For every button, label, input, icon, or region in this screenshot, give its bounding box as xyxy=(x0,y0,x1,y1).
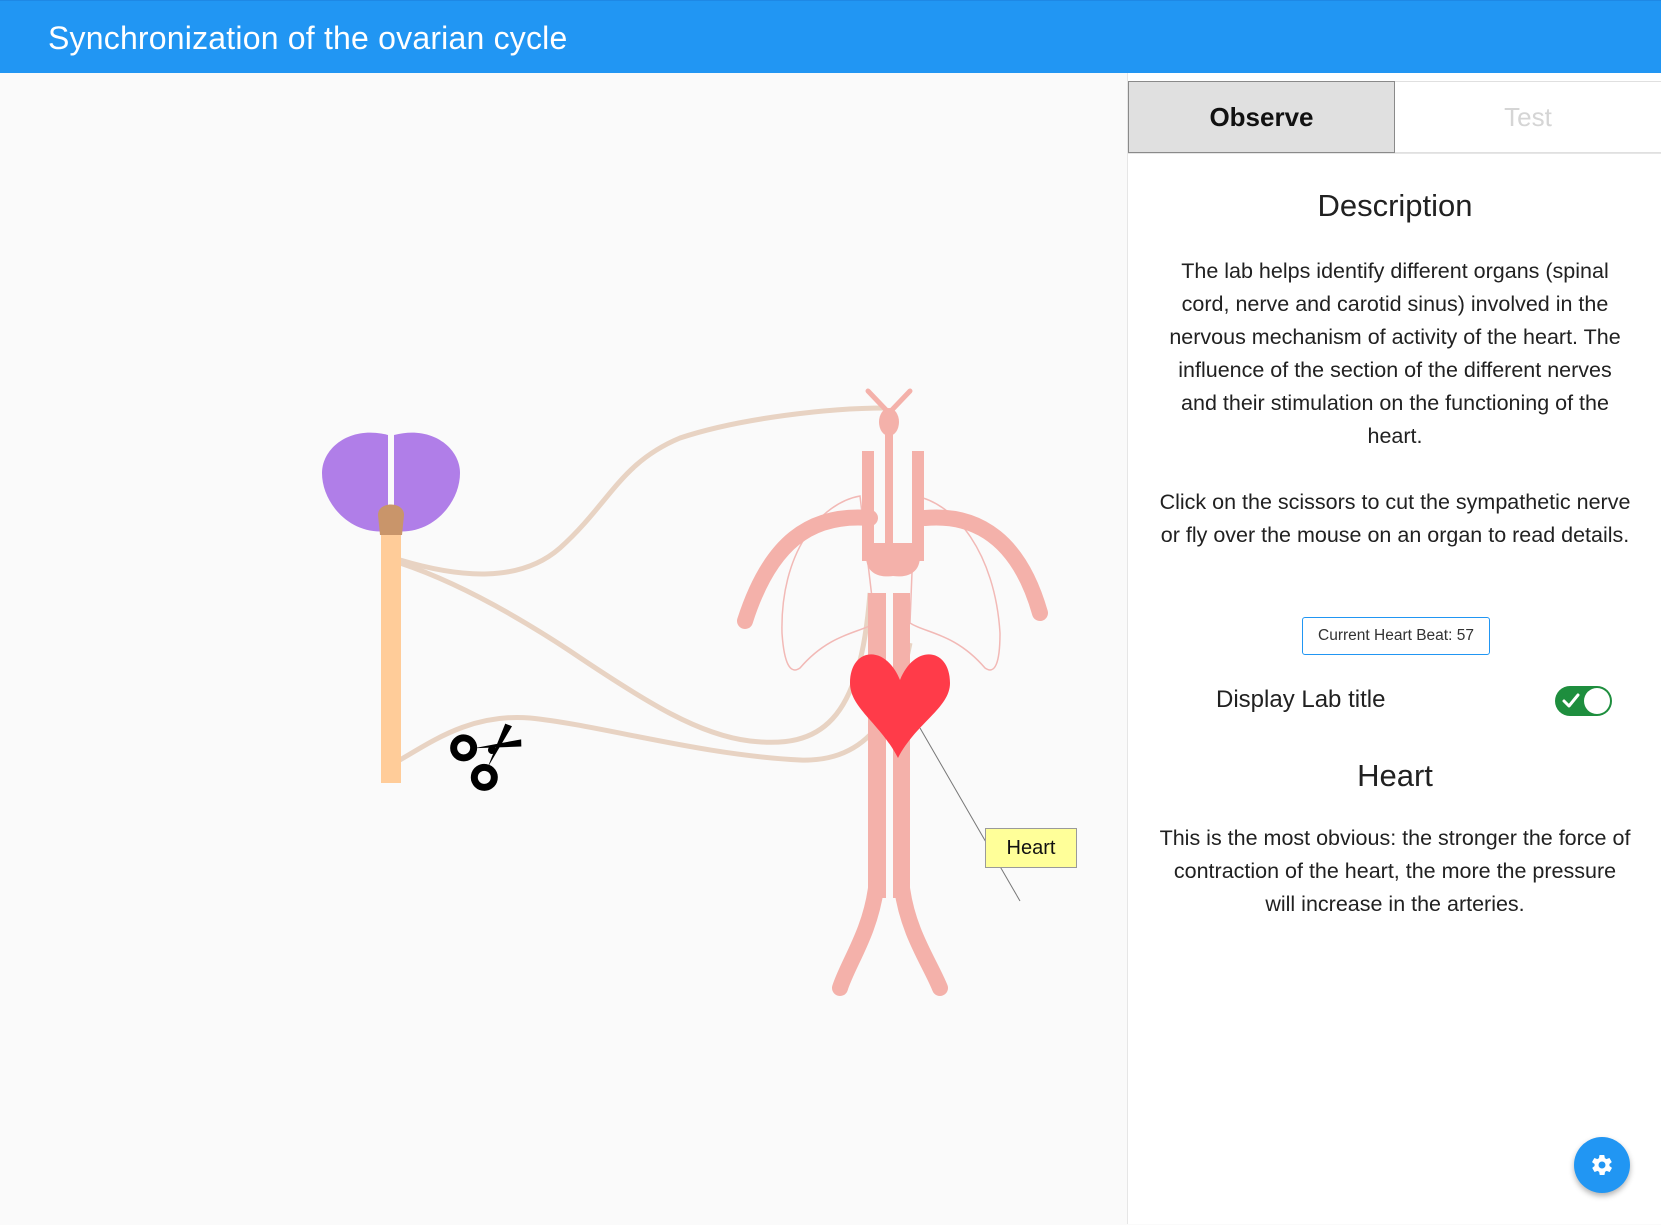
settings-fab[interactable] xyxy=(1574,1137,1630,1193)
mode-tabs: Observe Test xyxy=(1128,81,1661,153)
brainstem[interactable] xyxy=(378,504,404,536)
lab-diagram xyxy=(322,388,1048,996)
organ-tooltip: Heart xyxy=(985,828,1077,868)
iliac-left[interactable] xyxy=(832,880,884,996)
jugular[interactable] xyxy=(885,418,893,558)
panel-content: Description The lab helps identify diffe… xyxy=(1128,153,1661,1225)
spinal-cord[interactable] xyxy=(381,528,401,783)
aortic-root[interactable] xyxy=(866,543,920,577)
tab-test-label: Test xyxy=(1504,101,1552,132)
nerve-to-carotid[interactable] xyxy=(399,405,886,577)
description-paragraph: The lab helps identify different organs … xyxy=(1169,259,1621,448)
instructions-paragraph: Click on the scissors to cut the sympath… xyxy=(1159,490,1631,547)
description-title: Description xyxy=(1317,188,1473,223)
gear-icon xyxy=(1592,1154,1612,1176)
organ-description: This is the most obvious: the stronger t… xyxy=(1159,826,1631,916)
heart-beat-text: Current Heart Beat: 57 xyxy=(1318,627,1474,644)
nerve-vagus[interactable] xyxy=(399,560,873,745)
aortic-arch-left[interactable] xyxy=(737,509,878,629)
app-title: Synchronization of the ovarian cycle xyxy=(48,20,568,56)
display-lab-title-toggle[interactable] xyxy=(1555,686,1612,716)
tab-observe-label: Observe xyxy=(1209,101,1314,132)
tab-observe[interactable]: Observe xyxy=(1128,81,1395,153)
lab-stage: Heart xyxy=(0,73,1127,1224)
descending-aorta[interactable] xyxy=(868,593,886,898)
heart-beat-badge: Current Heart Beat: 57 xyxy=(1302,617,1490,655)
display-lab-title-label: Display Lab title xyxy=(1216,686,1386,713)
toggle-knob xyxy=(1584,688,1610,714)
organ-tooltip-label: Heart xyxy=(1006,836,1056,859)
aortic-arch-right[interactable] xyxy=(917,509,1048,621)
side-panel: Observe Test Description The lab helps i… xyxy=(1127,73,1661,1224)
check-icon xyxy=(1562,693,1580,708)
organ-title: Heart xyxy=(1357,758,1433,793)
tab-test[interactable]: Test xyxy=(1395,81,1661,153)
iliac-right[interactable] xyxy=(894,880,948,996)
app-bar: Synchronization of the ovarian cycle xyxy=(0,0,1661,73)
tooltip-leader-line xyxy=(919,727,1021,902)
